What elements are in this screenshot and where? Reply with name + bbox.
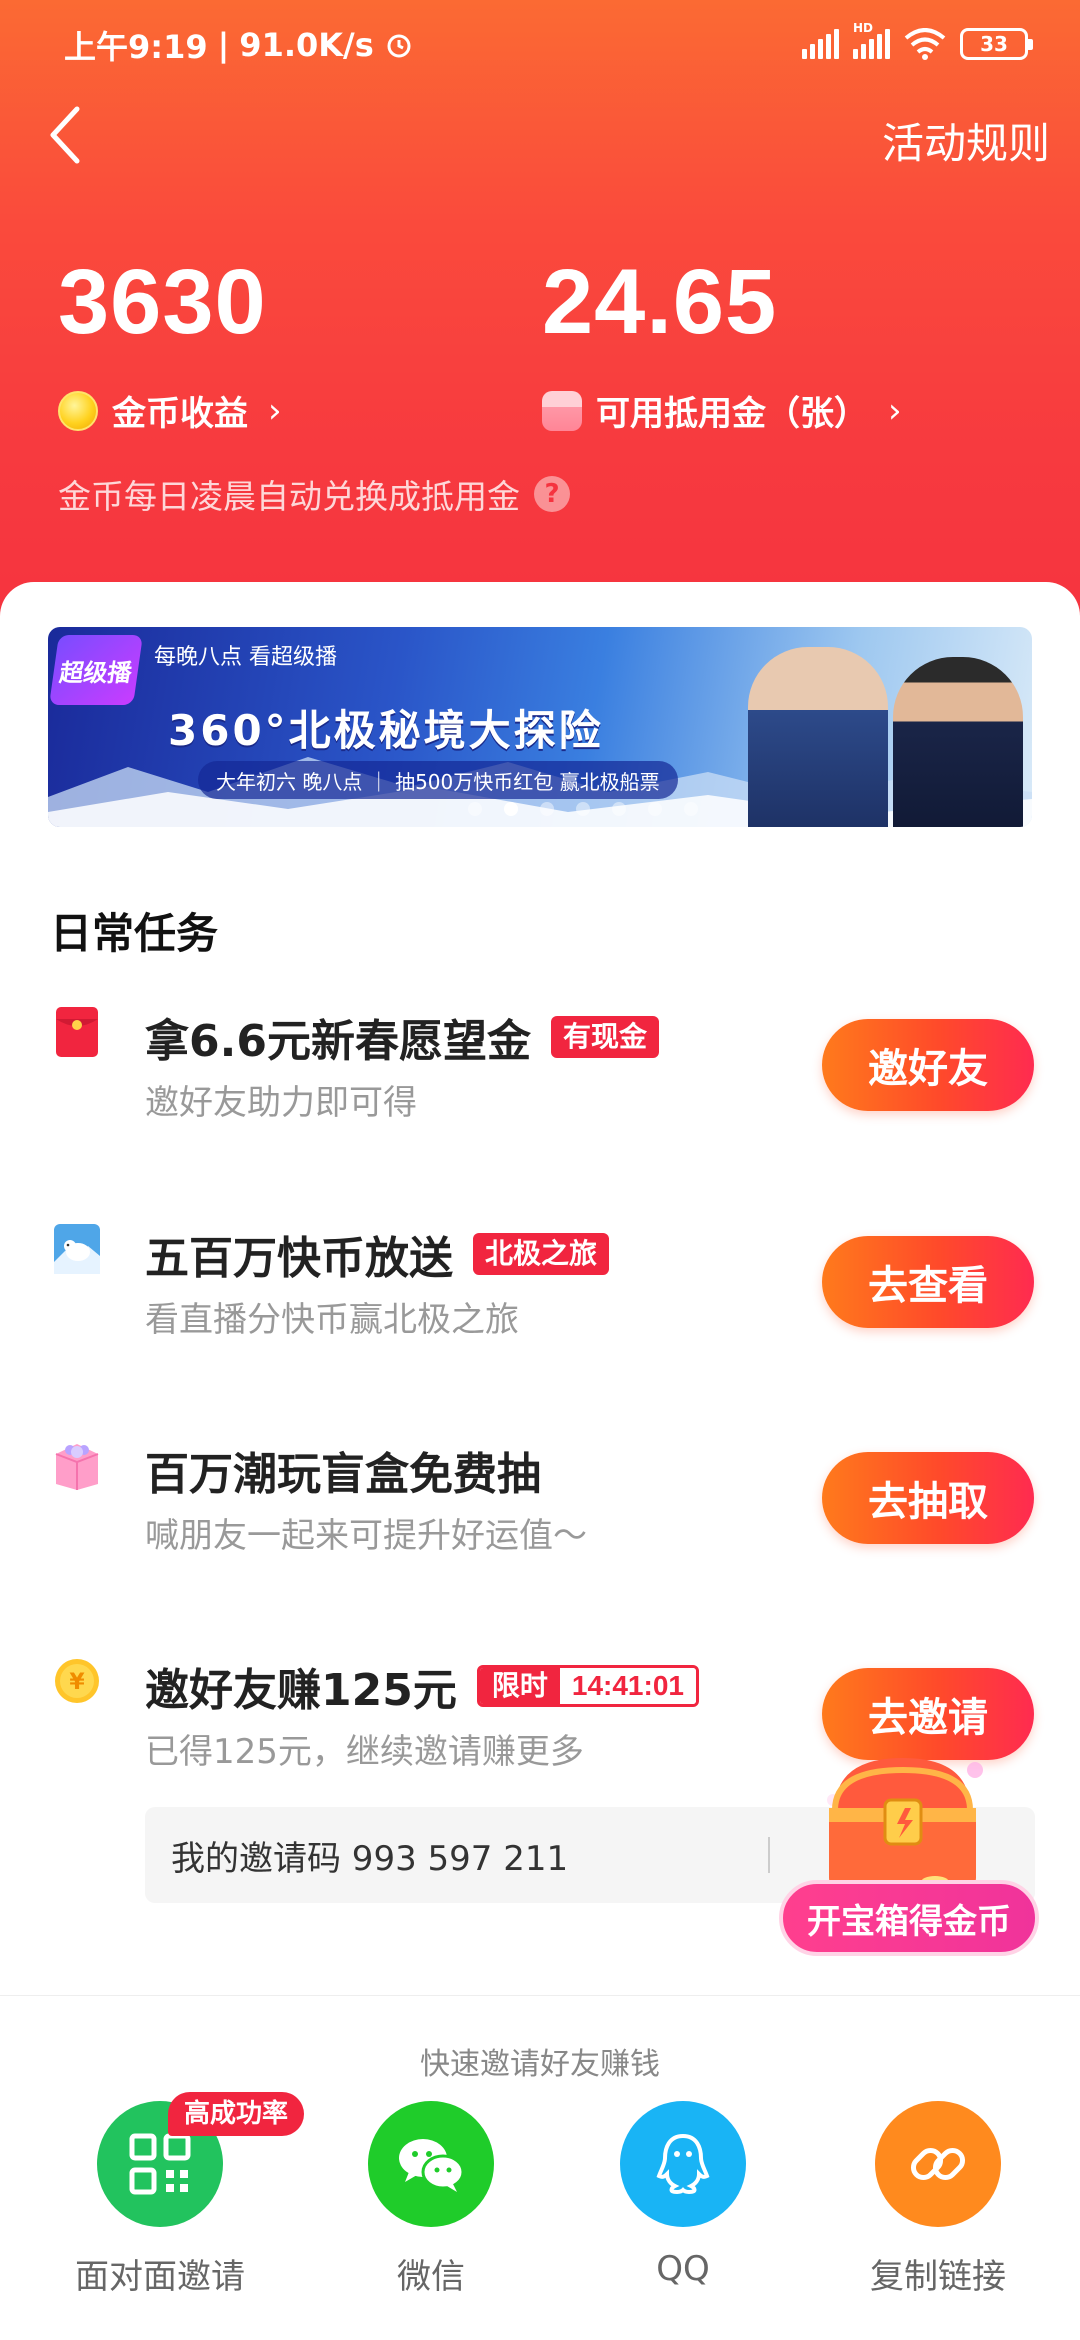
task-subtitle: 已得125元，继续邀请赚更多: [145, 1732, 584, 1772]
task-subtitle: 看直播分快币赢北极之旅: [145, 1300, 519, 1340]
task-subtitle: 喊朋友一起来可提升好运值～: [145, 1516, 587, 1556]
divider: [768, 1837, 770, 1873]
show-logo: 超级播: [49, 635, 143, 705]
exchange-hint: 金币每日凌晨自动兑换成抵用金 ?: [58, 470, 570, 518]
task-subtitle: 邀好友助力即可得: [145, 1083, 417, 1123]
task-row: 五百万快币放送 北极之旅 看直播分快币赢北极之旅 去查看: [0, 1222, 1080, 1402]
guest-person-image: [893, 657, 1023, 827]
voucher-icon: [542, 390, 582, 431]
help-icon[interactable]: ?: [534, 476, 570, 512]
qq-icon: [656, 2133, 710, 2195]
share-sheet: 快速邀请好友赚钱 面对面邀请 高成功率 微信 QQ 复制链接: [0, 1995, 1080, 2340]
cash-tag: 有现金: [550, 1016, 659, 1058]
cellular-signal-hd-icon: HD: [853, 21, 890, 59]
go-draw-button[interactable]: 去抽取: [822, 1452, 1034, 1544]
share-label: 微信: [397, 2257, 465, 2297]
arctic-tag: 北极之旅: [473, 1233, 610, 1275]
share-label: 面对面邀请: [75, 2257, 245, 2297]
gold-coin-icon: [58, 390, 98, 431]
promo-banner[interactable]: 超级播 每晚八点 看超级播 360°北极秘境大探险 大年初六 晚八点 ｜ 抽50…: [48, 627, 1032, 827]
task-title: 拿6.6元新春愿望金: [145, 1016, 531, 1067]
high-success-badge: 高成功率: [168, 2092, 305, 2136]
polar-bear-icon: [54, 1224, 100, 1274]
banner-subtitle: 大年初六 晚八点 ｜ 抽500万快币红包 赢北极船票: [198, 761, 678, 799]
svg-text:¥: ¥: [69, 1670, 85, 1695]
chevron-left-icon: [50, 106, 80, 164]
share-sheet-title: 快速邀请好友赚钱: [420, 2047, 660, 2082]
wifi-icon: [904, 28, 946, 60]
chevron-right-icon: ›: [268, 390, 282, 431]
wechat-icon: [399, 2139, 465, 2192]
network-speed: 91.0K/s: [239, 26, 374, 64]
status-time: 上午9:19: [64, 28, 208, 66]
blind-box-icon: [55, 1444, 99, 1490]
task-title: 邀好友赚125元: [145, 1665, 457, 1716]
task-title: 百万潮玩盲盒免费抽: [145, 1449, 541, 1500]
share-qq[interactable]: QQ: [583, 2101, 783, 2289]
banner-tag: 每晚八点 看超级播: [154, 645, 337, 670]
share-label: QQ: [656, 2249, 710, 2289]
cellular-signal-icon: [802, 29, 839, 59]
qr-code-icon: [129, 2133, 191, 2195]
voucher-link[interactable]: 可用抵用金（张） ›: [542, 386, 902, 435]
activity-rules-link[interactable]: 活动规则: [882, 110, 1050, 171]
daily-tasks-title: 日常任务: [50, 909, 219, 958]
treasure-chest-button[interactable]: 开宝箱得金币: [775, 1740, 1045, 1970]
go-view-button[interactable]: 去查看: [822, 1236, 1034, 1328]
chest-label: 开宝箱得金币: [779, 1880, 1039, 1956]
countdown-timer: 14:41:01: [559, 1668, 696, 1704]
task-row: 百万潮玩盲盒免费抽 喊朋友一起来可提升好运值～ 去抽取: [0, 1438, 1080, 1618]
coins-income-link[interactable]: 金币收益 ›: [58, 386, 282, 435]
alarm-icon: [387, 34, 411, 58]
chevron-right-icon: ›: [888, 390, 902, 431]
link-icon: [910, 2147, 966, 2181]
invite-code: 我的邀请码 993 597 211: [171, 1838, 569, 1879]
voucher-value: 24.65: [542, 251, 778, 353]
yuan-coin-icon: ¥: [55, 1659, 99, 1703]
header: 上午9:19 | 91.0K/s HD 33 活动规则 3630 24.65 金…: [0, 0, 1080, 640]
share-label: 复制链接: [870, 2257, 1006, 2297]
host-person-image: [748, 647, 888, 827]
countdown-tag: 限时 14:41:01: [476, 1665, 699, 1707]
back-button[interactable]: [30, 100, 100, 170]
red-envelope-icon: [56, 1007, 98, 1057]
banner-title: 360°北极秘境大探险: [168, 706, 604, 755]
task-row: 拿6.6元新春愿望金 有现金 邀好友助力即可得 邀好友: [0, 1005, 1080, 1185]
invite-friends-button[interactable]: 邀好友: [822, 1019, 1034, 1111]
status-bar: 上午9:19 | 91.0K/s HD 33: [0, 0, 1080, 90]
coins-value: 3630: [58, 251, 267, 353]
share-copy-link[interactable]: 复制链接: [838, 2101, 1038, 2298]
task-title: 五百万快币放送: [145, 1233, 453, 1284]
carousel-dots: [468, 802, 698, 816]
share-wechat[interactable]: 微信: [331, 2101, 531, 2298]
battery-icon: 33: [960, 28, 1033, 60]
treasure-chest-icon: [827, 1758, 983, 1898]
